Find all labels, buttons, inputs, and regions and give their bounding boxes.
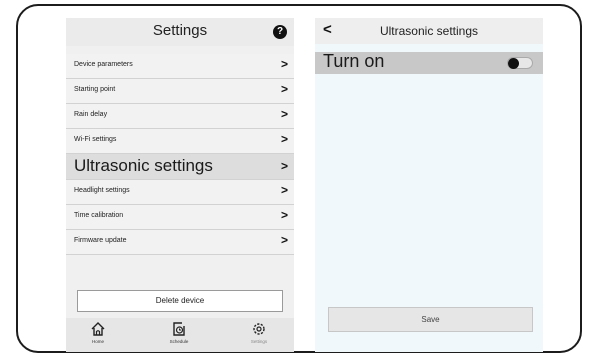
save-button[interactable]: Save bbox=[328, 307, 533, 332]
schedule-icon bbox=[173, 322, 185, 336]
settings-header: Settings ? bbox=[66, 18, 294, 46]
ultrasonic-title: Ultrasonic settings bbox=[379, 24, 479, 38]
menu-item-headlight-settings[interactable]: Headlight settings > bbox=[66, 180, 294, 205]
menu-item-device-parameters[interactable]: Device parameters > bbox=[66, 54, 294, 79]
menu-item-time-calibration[interactable]: Time calibration > bbox=[66, 205, 294, 230]
menu-item-label: Starting point bbox=[74, 86, 116, 93]
ultrasonic-header: < Ultrasonic settings bbox=[315, 18, 543, 44]
menu-item-label: Ultrasonic settings bbox=[74, 156, 213, 175]
settings-menu: Device parameters > Starting point > Rai… bbox=[66, 54, 294, 255]
home-icon bbox=[91, 322, 105, 336]
nav-label-schedule: Schedule bbox=[169, 339, 189, 344]
chevron-right-icon: > bbox=[280, 132, 288, 146]
ultrasonic-screen: < Ultrasonic settings Turn on Save bbox=[315, 18, 543, 352]
nav-label-home: Home bbox=[91, 339, 104, 344]
menu-item-rain-delay[interactable]: Rain delay > bbox=[66, 104, 294, 129]
toggle-knob bbox=[508, 58, 519, 69]
page-title: Settings bbox=[152, 22, 208, 39]
chevron-right-icon: > bbox=[280, 107, 288, 121]
turn-on-label: Turn on bbox=[323, 51, 385, 71]
menu-item-ultrasonic-settings[interactable]: Ultrasonic settings > bbox=[66, 154, 294, 180]
menu-item-label: Time calibration bbox=[74, 212, 124, 219]
turn-on-row: Turn on bbox=[315, 51, 543, 74]
help-icon[interactable]: ? bbox=[273, 25, 287, 39]
chevron-right-icon: > bbox=[280, 208, 288, 222]
chevron-right-icon: > bbox=[280, 82, 288, 96]
chevron-right-icon: > bbox=[280, 183, 288, 197]
bottom-nav: Home Schedule Settings bbox=[66, 318, 294, 352]
menu-item-label: Rain delay bbox=[74, 111, 108, 118]
nav-label-settings: Settings bbox=[250, 339, 268, 344]
nav-home[interactable]: Home bbox=[78, 321, 118, 344]
menu-item-firmware-update[interactable]: Firmware update > bbox=[66, 230, 294, 255]
turn-on-toggle[interactable] bbox=[507, 57, 533, 69]
chevron-right-icon: > bbox=[280, 159, 288, 173]
settings-screen: Settings ? Device parameters > Starting … bbox=[66, 18, 294, 352]
delete-device-button[interactable]: Delete device bbox=[77, 290, 283, 312]
menu-item-label: Device parameters bbox=[74, 61, 133, 68]
menu-item-starting-point[interactable]: Starting point > bbox=[66, 79, 294, 104]
menu-item-label: Firmware update bbox=[74, 237, 127, 244]
menu-item-label: Wi-Fi settings bbox=[74, 136, 117, 143]
menu-item-wifi-settings[interactable]: Wi-Fi settings > bbox=[66, 129, 294, 154]
chevron-right-icon: > bbox=[280, 57, 288, 71]
chevron-right-icon: > bbox=[280, 233, 288, 247]
nav-schedule[interactable]: Schedule bbox=[159, 321, 199, 344]
menu-item-label: Headlight settings bbox=[74, 187, 130, 194]
nav-settings[interactable]: Settings bbox=[239, 321, 279, 344]
gear-icon bbox=[253, 323, 265, 335]
